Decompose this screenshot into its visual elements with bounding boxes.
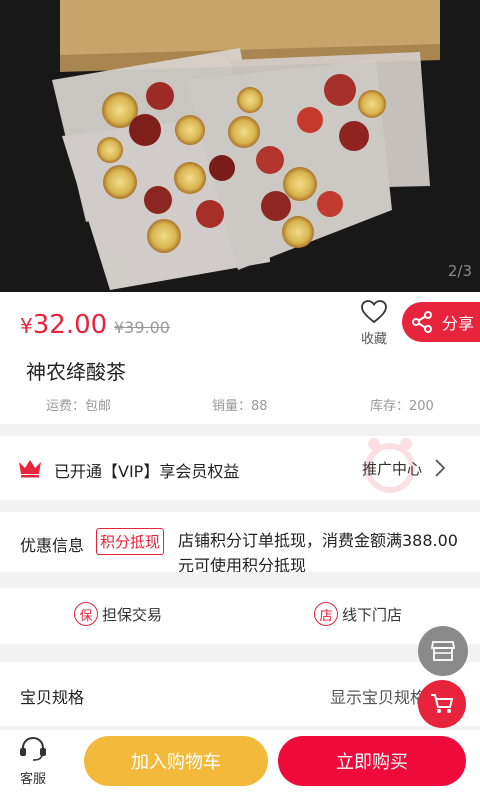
escrow-badge-icon: 保	[74, 602, 98, 626]
store-float-button[interactable]	[418, 626, 468, 676]
stock-info: 库存：200	[370, 399, 434, 414]
product-title: 神农绛酸茶	[26, 360, 126, 384]
favorite-label: 收藏	[360, 332, 387, 347]
share-icon	[412, 311, 432, 333]
offline-store-label: 线下门店	[342, 605, 403, 624]
points-cash-badge: 积分抵现	[96, 528, 165, 555]
heart-icon	[361, 300, 387, 324]
sales-info: 销量：88	[212, 399, 268, 414]
favorite-button[interactable]: 收藏	[356, 300, 392, 347]
product-photo	[0, 0, 480, 292]
share-label: 分享	[442, 314, 475, 333]
price-value: 32.00	[32, 310, 108, 340]
vip-status-text: 已开通【VIP】享会员权益	[54, 462, 240, 481]
chevron-right-icon	[435, 459, 446, 477]
bottom-action-bar: 客服 加入购物车 立即购买	[0, 730, 480, 800]
headset-icon	[20, 736, 46, 761]
guarantee-row: 保 担保交易 店 线下门店	[0, 588, 480, 644]
add-to-cart-button[interactable]: 加入购物车	[84, 736, 268, 786]
cart-float-button[interactable]	[418, 680, 466, 728]
cart-icon	[431, 694, 454, 713]
product-info-card: ¥32.00 ¥39.00 收藏 分享 神农绛酸茶 运费：包邮 销量：88 库存…	[0, 292, 480, 424]
promo-center-link[interactable]: 推广中心	[362, 458, 422, 479]
image-counter: 2/3	[447, 262, 472, 280]
guarantee-escrow: 保 担保交易	[74, 602, 162, 626]
currency-symbol: ¥	[20, 314, 33, 338]
current-price: ¥32.00	[20, 310, 107, 340]
original-price: ¥39.00	[114, 318, 170, 337]
escrow-label: 担保交易	[102, 605, 163, 624]
customer-service-label: 客服	[19, 772, 46, 787]
customer-service-button[interactable]: 客服	[14, 736, 52, 787]
discount-row: 优惠信息 积分抵现 店铺积分订单抵现，消费金额满388.00元可使用积分抵现	[0, 512, 480, 572]
buy-now-button[interactable]: 立即购买	[278, 736, 466, 786]
spec-row[interactable]: 宝贝规格 显示宝贝规格	[0, 662, 480, 726]
vip-row[interactable]: 已开通【VIP】享会员权益 推广中心	[0, 436, 480, 500]
spec-label: 宝贝规格	[20, 688, 85, 707]
crown-icon	[19, 460, 41, 478]
discount-description: 店铺积分订单抵现，消费金额满388.00元可使用积分抵现	[178, 531, 458, 572]
discount-label: 优惠信息	[20, 536, 85, 555]
share-button[interactable]: 分享	[402, 302, 480, 342]
product-image-carousel[interactable]: 2/3	[0, 0, 480, 292]
guarantee-offline-store: 店 线下门店	[314, 602, 402, 626]
store-icon	[431, 641, 455, 661]
store-badge-icon: 店	[314, 602, 338, 626]
show-spec-link[interactable]: 显示宝贝规格	[330, 684, 426, 708]
shipping-info: 运费：包邮	[46, 399, 112, 414]
